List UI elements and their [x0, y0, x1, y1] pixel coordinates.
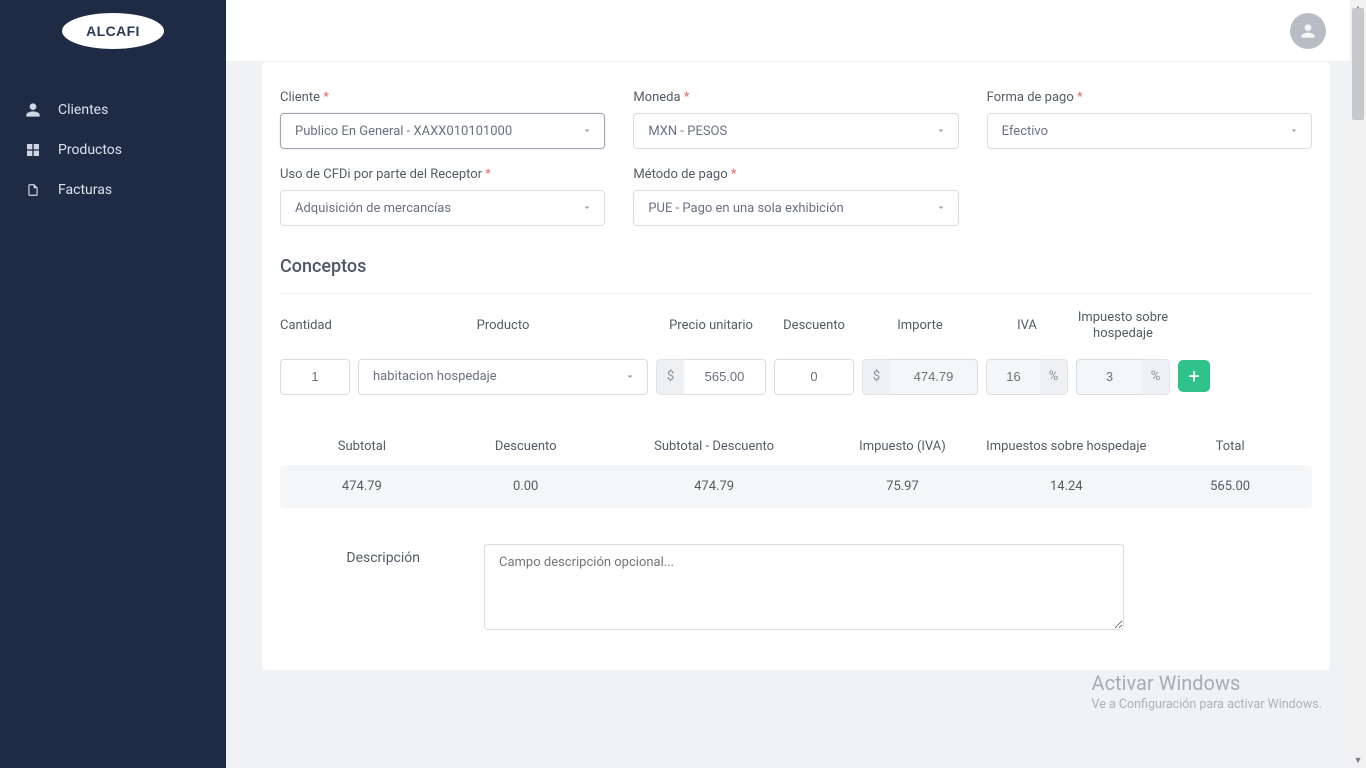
sidebar-item-productos[interactable]: Productos [0, 130, 226, 170]
metodo-label: Método de pago * [633, 167, 958, 182]
producto-value: habitacion hospedaje [358, 359, 648, 395]
cliente-label: Cliente * [280, 90, 605, 105]
uso-label: Uso de CFDi por parte del Receptor * [280, 167, 605, 182]
val-total: 565.00 [1148, 479, 1312, 494]
sidebar-menu: Clientes Productos Facturas [0, 62, 226, 210]
conceptos-table: Cantidad Producto Precio unitario Descue… [280, 304, 1312, 415]
metodo-select[interactable]: PUE - Pago en una sola exhibición [633, 190, 958, 226]
avatar[interactable] [1290, 13, 1326, 49]
val-iva: 75.97 [821, 479, 985, 494]
divider [280, 293, 1312, 294]
moneda-label: Moneda * [633, 90, 958, 105]
precio-wrap: $ [656, 359, 766, 395]
cliente-select[interactable]: Publico En General - XAXX010101000 [280, 113, 605, 149]
form-card: Cliente * Publico En General - XAXX01010… [262, 62, 1330, 670]
uso-select[interactable]: Adquisición de mercancías [280, 190, 605, 226]
th-impuesto-hospedaje: Impuestos sobre hospedaje [984, 439, 1148, 455]
descripcion-textarea[interactable] [484, 544, 1124, 630]
file-icon [22, 181, 44, 199]
sidebar-item-clientes[interactable]: Clientes [0, 90, 226, 130]
percent-suffix: % [1040, 359, 1068, 395]
forma-value: Efectivo [987, 113, 1312, 149]
iva-input [986, 359, 1040, 395]
brand-text: ALCAFI [86, 23, 140, 39]
forma-select[interactable]: Efectivo [987, 113, 1312, 149]
scrollbar-thumb[interactable] [1352, 8, 1364, 120]
val-hospedaje: 14.24 [984, 479, 1148, 494]
val-descuento: 0.00 [444, 479, 608, 494]
window-scrollbar[interactable]: ▲ ▼ [1350, 0, 1366, 768]
descripcion-label: Descripción [280, 544, 420, 630]
currency-prefix: $ [862, 359, 890, 395]
importe-wrap: $ [862, 359, 978, 395]
th-iva: IVA [986, 318, 1068, 334]
th-total: Total [1148, 439, 1312, 455]
add-button[interactable]: + [1178, 360, 1210, 392]
cantidad-input[interactable] [280, 359, 350, 395]
th-descuento: Descuento [774, 318, 854, 334]
sidebar-item-facturas[interactable]: Facturas [0, 170, 226, 210]
logo-wrap: ALCAFI [0, 0, 226, 62]
importe-input [890, 359, 978, 395]
hospedaje-wrap: % [1076, 359, 1170, 395]
val-subtotal: 474.79 [280, 479, 444, 494]
cliente-value: Publico En General - XAXX010101000 [280, 113, 605, 149]
th-subtotal: Subtotal [280, 439, 444, 455]
hospedaje-input [1076, 359, 1142, 395]
descuento-input[interactable] [774, 359, 854, 395]
table-row: habitacion hospedaje $ $ % [280, 353, 1312, 415]
th-hospedaje: Impuesto sobre hospedaje [1076, 310, 1170, 343]
sidebar-item-label: Productos [58, 142, 122, 158]
th-subdesc: Subtotal - Descuento [608, 439, 821, 455]
sidebar-item-label: Facturas [58, 182, 112, 198]
forma-label: Forma de pago * [987, 90, 1312, 105]
sidebar: ALCAFI Clientes Productos Facturas [0, 0, 226, 768]
metodo-value: PUE - Pago en una sola exhibición [633, 190, 958, 226]
topbar [226, 0, 1366, 62]
val-subdesc: 474.79 [608, 479, 821, 494]
th-total-descuento: Descuento [444, 439, 608, 455]
uso-value: Adquisición de mercancías [280, 190, 605, 226]
conceptos-title: Conceptos [280, 256, 1312, 277]
producto-select[interactable]: habitacion hospedaje [358, 359, 648, 395]
moneda-value: MXN - PESOS [633, 113, 958, 149]
percent-suffix: % [1142, 359, 1170, 395]
main: Cliente * Publico En General - XAXX01010… [226, 62, 1366, 768]
brand-logo: ALCAFI [62, 13, 164, 49]
plus-icon: + [1188, 364, 1199, 388]
scroll-down-icon: ▼ [1350, 752, 1366, 768]
iva-wrap: % [986, 359, 1068, 395]
th-cantidad: Cantidad [280, 318, 350, 334]
th-precio: Precio unitario [656, 318, 766, 334]
currency-prefix: $ [656, 359, 684, 395]
boxes-icon [22, 141, 44, 159]
th-producto: Producto [358, 318, 648, 334]
user-icon [22, 101, 44, 119]
moneda-select[interactable]: MXN - PESOS [633, 113, 958, 149]
avatar-icon [1298, 21, 1318, 41]
precio-input[interactable] [684, 359, 766, 395]
th-importe: Importe [862, 318, 978, 334]
totals-table: Subtotal Descuento Subtotal - Descuento … [280, 425, 1312, 508]
th-impuesto-iva: Impuesto (IVA) [821, 439, 985, 455]
sidebar-item-label: Clientes [58, 102, 108, 118]
